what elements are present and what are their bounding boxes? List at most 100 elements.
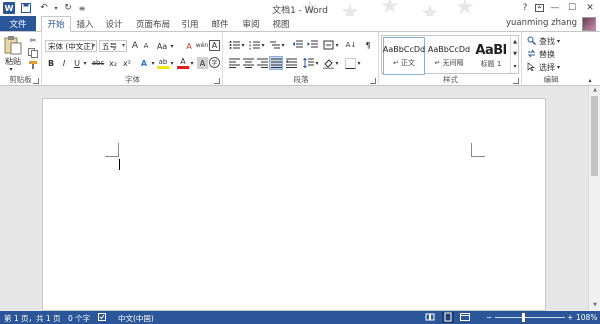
underline-button[interactable]: U	[72, 57, 82, 69]
minimize-button[interactable]: —	[548, 1, 562, 14]
copy-icon[interactable]	[27, 47, 39, 58]
close-button[interactable]: ✕	[583, 1, 597, 14]
text-effects-button[interactable]: A	[138, 57, 150, 69]
font-size-combo[interactable]: 五号 ▾	[99, 40, 127, 52]
tab-page-layout[interactable]: 页面布局	[131, 16, 175, 31]
zoom-in-button[interactable]: +	[567, 313, 573, 322]
word-count[interactable]: 0 个字	[68, 313, 90, 324]
justify-icon[interactable]	[269, 56, 283, 70]
sort-button[interactable]: A↓	[344, 39, 358, 51]
collapse-ribbon-icon[interactable]: ▴	[585, 76, 595, 85]
scroll-down-icon[interactable]: ▼	[590, 301, 600, 309]
character-shading-button[interactable]: A	[197, 57, 208, 69]
font-size-dropdown-icon[interactable]: ▾	[122, 42, 125, 49]
style-no-spacing[interactable]: AaBbCcDd ↵ 无间隔	[427, 37, 471, 75]
cut-icon[interactable]: ✂	[27, 35, 39, 46]
replace-button[interactable]: 替换	[527, 48, 577, 60]
bullets-icon[interactable]	[228, 39, 240, 51]
tab-review[interactable]: 审阅	[238, 16, 264, 31]
clear-formatting-button[interactable]: A	[183, 40, 195, 52]
tab-design[interactable]: 设计	[101, 16, 127, 31]
highlight-button[interactable]: ab	[157, 57, 169, 69]
avatar[interactable]	[582, 17, 596, 31]
zoom-slider[interactable]	[495, 317, 565, 318]
style-heading-1[interactable]: AaBl 标题 1	[472, 37, 510, 75]
bold-button[interactable]: B	[46, 57, 56, 69]
numbering-dropdown-icon[interactable]: ▾	[260, 39, 266, 51]
font-name-combo[interactable]: 宋体 (中文正) ▾	[45, 40, 97, 52]
phonetic-guide-button[interactable]: wén	[196, 38, 208, 52]
tab-view[interactable]: 视图	[268, 16, 294, 31]
increase-indent-icon[interactable]	[306, 39, 318, 51]
borders-dropdown-icon[interactable]: ▾	[356, 57, 362, 69]
paragraph-launcher-icon[interactable]	[370, 78, 376, 84]
superscript-button[interactable]: x²	[121, 57, 133, 69]
clipboard-launcher-icon[interactable]	[33, 78, 39, 84]
font-launcher-icon[interactable]	[214, 78, 220, 84]
font-name-dropdown-icon[interactable]: ▾	[92, 42, 95, 49]
page-count[interactable]: 第 1 页，共 1 页	[4, 313, 61, 324]
align-center-icon[interactable]	[242, 57, 254, 69]
chinese-layout-icon[interactable]	[322, 39, 334, 51]
tab-home[interactable]: 开始	[41, 16, 71, 32]
multilevel-list-dropdown-icon[interactable]: ▾	[280, 39, 286, 51]
zoom-level[interactable]: 108%	[576, 313, 597, 322]
zoom-out-button[interactable]: −	[486, 313, 492, 322]
styles-scroll-up-icon[interactable]: ▲	[510, 36, 519, 48]
font-color-dropdown-icon[interactable]: ▾	[189, 57, 195, 69]
distributed-icon[interactable]	[285, 57, 297, 69]
subscript-button[interactable]: x₂	[107, 57, 119, 69]
tab-insert[interactable]: 插入	[72, 16, 98, 31]
italic-button[interactable]: I	[59, 57, 69, 69]
shrink-font-button[interactable]: A	[141, 40, 151, 52]
styles-scroll-down-icon[interactable]: ▼	[510, 48, 519, 60]
chinese-layout-dropdown-icon[interactable]: ▾	[334, 39, 340, 51]
change-case-button[interactable]: Aa	[155, 40, 169, 52]
paste-button[interactable]: 粘贴	[2, 56, 24, 66]
numbering-icon[interactable]	[248, 39, 260, 51]
ribbon-display-options-icon[interactable]	[532, 1, 546, 14]
underline-dropdown-icon[interactable]: ▾	[82, 57, 88, 69]
tab-references[interactable]: 引用	[177, 16, 203, 31]
font-color-button[interactable]: A	[177, 57, 189, 69]
style-normal[interactable]: AaBbCcDd ↵ 正文	[383, 37, 425, 75]
maximize-button[interactable]: ☐	[565, 1, 579, 14]
bullets-dropdown-icon[interactable]: ▾	[240, 39, 246, 51]
align-right-icon[interactable]	[256, 57, 268, 69]
web-layout-icon[interactable]	[460, 313, 470, 323]
tab-mailings[interactable]: 邮件	[207, 16, 233, 31]
find-button[interactable]: 查找 ▾	[527, 35, 577, 47]
styles-more-icon[interactable]: ▾	[510, 60, 519, 73]
styles-launcher-icon[interactable]	[513, 78, 519, 84]
tab-file[interactable]: 文件	[0, 16, 36, 31]
change-case-dropdown-icon[interactable]: ▾	[169, 40, 175, 52]
multilevel-list-icon[interactable]	[268, 39, 280, 51]
grow-font-button[interactable]: A	[130, 40, 140, 52]
strikethrough-button[interactable]: abc	[90, 57, 106, 69]
document-page[interactable]	[42, 98, 546, 311]
borders-icon[interactable]	[344, 57, 356, 69]
user-name[interactable]: yuanming zhang	[506, 18, 577, 28]
character-border-button[interactable]: A	[209, 40, 220, 51]
format-painter-icon[interactable]	[27, 59, 39, 70]
proofing-icon[interactable]	[98, 313, 107, 323]
scroll-up-icon[interactable]: ▲	[590, 86, 600, 94]
select-button[interactable]: 选择 ▾	[527, 61, 577, 73]
shading-dropdown-icon[interactable]: ▾	[334, 57, 340, 69]
print-layout-icon[interactable]	[442, 312, 454, 323]
paste-dropdown-icon[interactable]: ▾	[6, 66, 16, 73]
shading-icon[interactable]	[322, 57, 334, 69]
highlight-dropdown-icon[interactable]: ▾	[169, 57, 175, 69]
enclose-characters-button[interactable]: 字	[209, 57, 220, 68]
scroll-thumb[interactable]	[591, 96, 598, 176]
zoom-slider-thumb[interactable]	[522, 313, 525, 322]
show-marks-button[interactable]: ¶	[362, 39, 374, 51]
line-spacing-dropdown-icon[interactable]: ▾	[314, 57, 320, 69]
line-spacing-icon[interactable]	[302, 57, 314, 69]
read-mode-icon[interactable]	[425, 313, 435, 323]
help-button[interactable]: ?	[518, 1, 532, 14]
language-indicator[interactable]: 中文(中国)	[118, 313, 154, 324]
decrease-indent-icon[interactable]	[291, 39, 303, 51]
paste-icon[interactable]	[3, 35, 23, 55]
align-left-icon[interactable]	[228, 57, 240, 69]
